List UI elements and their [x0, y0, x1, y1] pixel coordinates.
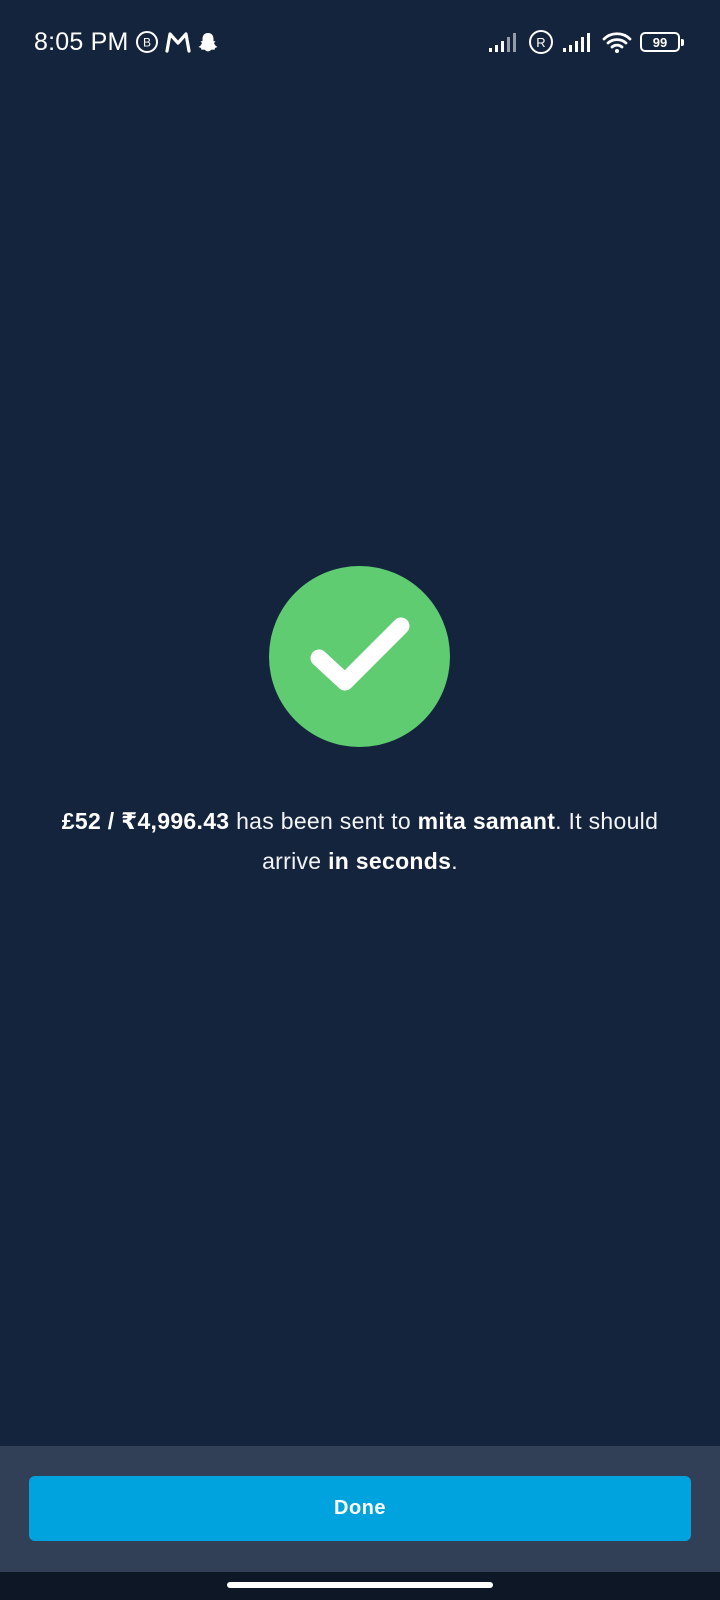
battery-icon: 99	[640, 32, 684, 52]
navigation-bar	[0, 1572, 720, 1600]
recipient-name: mita samant	[417, 808, 556, 834]
sent-text: has been sent to	[229, 808, 418, 834]
svg-text:R: R	[536, 35, 545, 50]
snapchat-ghost-icon	[197, 31, 219, 53]
wifi-icon	[602, 30, 632, 54]
signal-icon	[562, 31, 594, 53]
m-logo-icon	[164, 31, 191, 53]
message-end: .	[451, 848, 458, 874]
status-time: 8:05 PM	[34, 27, 129, 56]
status-right: R 99	[488, 26, 684, 58]
success-circle	[269, 566, 450, 747]
signal-icon	[488, 31, 520, 53]
status-bar: 8:05 PM B R 99	[0, 0, 720, 84]
done-button[interactable]: Done	[29, 1476, 691, 1541]
bottom-panel: Done	[0, 1446, 720, 1572]
arrival-time: in seconds	[328, 848, 452, 874]
status-left: 8:05 PM B	[34, 26, 219, 58]
b-circle-icon: B	[135, 30, 159, 54]
transfer-amount: £52 / ₹4,996.43	[61, 808, 230, 834]
svg-text:B: B	[143, 36, 151, 50]
registered-icon: R	[528, 29, 554, 55]
checkmark-icon	[310, 617, 409, 690]
confirmation-message: £52 / ₹4,996.43 has been sent to mita sa…	[60, 801, 660, 881]
home-indicator[interactable]	[227, 1582, 493, 1588]
